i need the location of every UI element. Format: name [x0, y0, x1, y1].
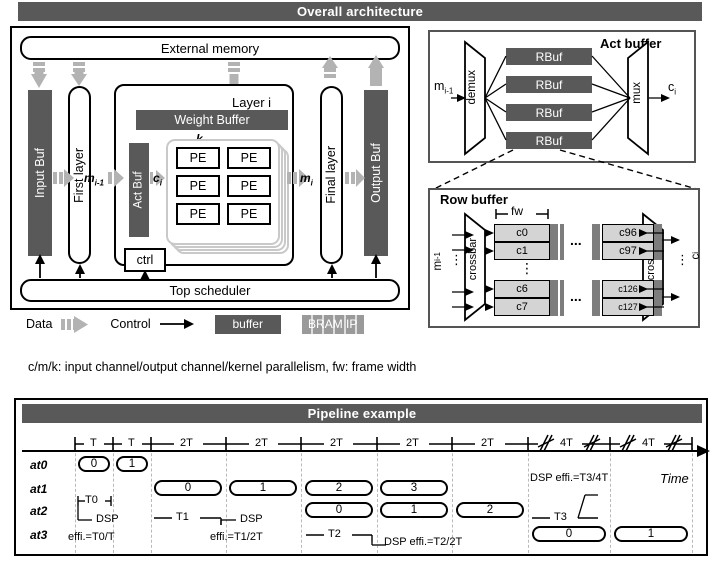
pipeline-span-label-t0: T0: [85, 494, 98, 506]
pipeline-span-label-t2: T2: [328, 528, 341, 540]
dsp-efficiency-annotation-0-line2: effi.=T0/T: [68, 531, 115, 543]
dsp-efficiency-annotation-2: DSP effi.=T2/2T: [384, 536, 463, 548]
pipeline-chart: T T 2T 2T 2T 2T 2T 4T 4T at0 at1 at2 at3…: [0, 425, 720, 561]
dsp-efficiency-annotation-1-line1: DSP: [240, 513, 263, 525]
dsp-efficiency-annotation-0-line1: DSP: [96, 513, 119, 525]
pipeline-time-axis-label: Time: [660, 471, 689, 486]
pipeline-span-label-t1: T1: [176, 511, 189, 523]
dsp-efficiency-annotation-3: DSP effi.=T3/4T: [530, 472, 609, 484]
pipeline-span-label-t3: T3: [554, 511, 567, 523]
dsp-efficiency-annotation-1-line2: effi.=T1/2T: [210, 531, 263, 543]
